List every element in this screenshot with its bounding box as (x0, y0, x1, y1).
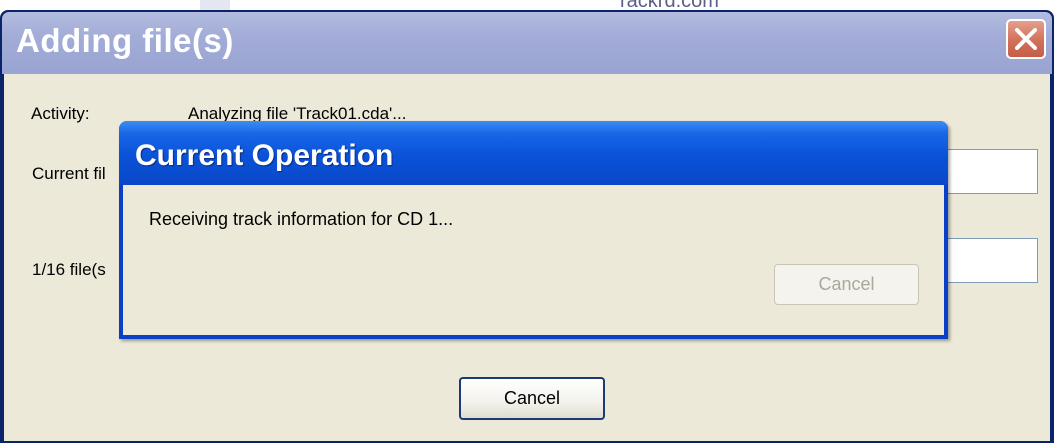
current-operation-dialog: Current Operation Receiving track inform… (119, 121, 948, 339)
main-window-title: Adding file(s) (16, 22, 234, 59)
close-icon (1015, 28, 1037, 50)
dialog-client: Receiving track information for CD 1... … (123, 185, 944, 335)
dialog-titlebar[interactable]: Current Operation (119, 121, 948, 185)
files-progress-bar (942, 238, 1038, 283)
cancel-button[interactable]: Cancel (459, 377, 605, 420)
current-file-label: Current fil (32, 164, 106, 183)
dialog-title: Current Operation (135, 139, 394, 172)
dialog-cancel-button[interactable]: Cancel (774, 264, 919, 305)
current-file-field[interactable] (942, 149, 1038, 194)
dialog-message: Receiving track information for CD 1... (149, 209, 454, 229)
main-titlebar[interactable]: Adding file(s) (2, 12, 1052, 74)
close-button[interactable] (1006, 19, 1046, 59)
files-progress-label: 1/16 file(s (32, 260, 106, 279)
activity-label: Activity: (31, 104, 90, 123)
